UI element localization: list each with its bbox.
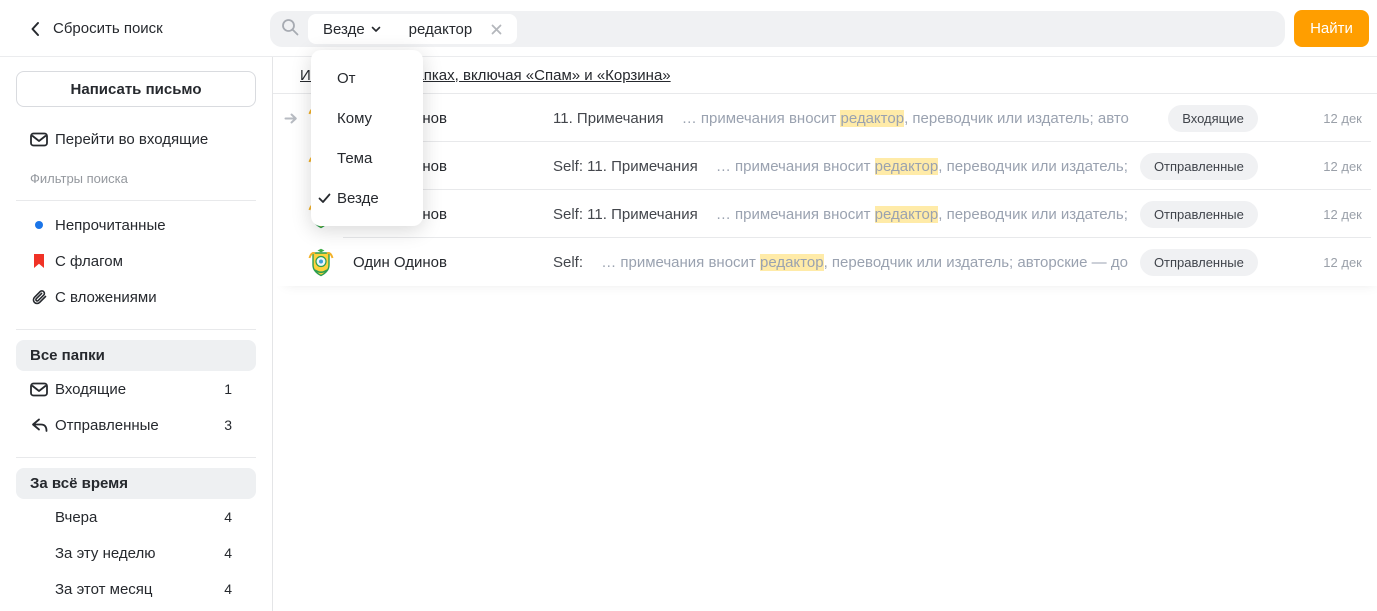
folder-badge: Отправленные [1140,249,1258,276]
filter-flagged[interactable]: С флагом [16,243,256,279]
mail-list: Один Одинов 11. Примечания … примечания … [273,93,1377,286]
mail-row[interactable]: Один Одинов Self: 11. Примечания … приме… [273,142,1377,190]
sidebar: Написать письмо Перейти во входящие Филь… [0,57,273,611]
scope-dropdown-item[interactable]: Тема [311,138,423,178]
filter-flagged-label: С флагом [55,253,123,270]
scope-dropdown-item[interactable]: От [311,58,423,98]
scope-label: Везде [323,21,365,38]
filter-attachments[interactable]: С вложениями [16,279,256,315]
mail-date: 12 дек [1258,255,1362,270]
scope-option-label: От [337,70,356,87]
scope-option-label: Везде [337,190,379,207]
filter-unread[interactable]: Непрочитанные [16,207,256,243]
mail-date: 12 дек [1258,207,1362,222]
compose-button[interactable]: Написать письмо [16,71,256,107]
mail-subject: Self: 11. Примечания [553,158,698,175]
time-filter-yesterday[interactable]: Вчера 4 [16,499,256,535]
mail-snippet: … примечания вносит редактор, переводчик… [716,206,1128,223]
mail-date: 12 дек [1258,111,1362,126]
time-filter-month[interactable]: За этот месяц 4 [16,571,256,607]
scope-option-label: Кому [337,110,372,127]
clear-query-icon[interactable] [491,24,502,35]
top-bar: Сбросить поиск Везде редактор Найти [0,0,1377,57]
subject-snippet: Self: 11. Примечания … примечания вносит… [553,206,1128,223]
mail-row[interactable]: Один Одинов Self: … примечания вносит ре… [273,238,1377,286]
paperclip-icon [30,289,48,306]
divider [16,329,256,330]
flag-icon [30,253,48,269]
goto-inbox-label: Перейти во входящие [55,131,208,148]
subject-snippet: Self: 11. Примечания … примечания вносит… [553,158,1128,175]
reply-arrow-icon [30,418,48,433]
folder-badge: Отправленные [1140,201,1258,228]
checkmark-icon [318,191,331,208]
avatar [308,248,334,277]
mail-row[interactable]: Один Одинов Self: 11. Примечания … приме… [273,190,1377,238]
reset-search-label: Сбросить поиск [53,20,163,37]
sidebar-item-sent[interactable]: Отправленные 3 [16,407,256,443]
scope-selector[interactable]: Везде [323,21,381,38]
scope-dropdown-menu: От Кому Тема Везде [311,50,423,226]
time-filter-week[interactable]: За эту неделю 4 [16,535,256,571]
search-filters-title: Фильтры поиска [16,171,256,186]
sidebar-item-inbox[interactable]: Входящие 1 [16,371,256,407]
folder-badge: Входящие [1168,105,1258,132]
mail-snippet: … примечания вносит редактор, переводчик… [601,254,1128,271]
folder-sent-count: 3 [224,417,244,433]
scope-dropdown-item[interactable]: Кому [311,98,423,138]
results-area: Искать во всех папках, включая «Спам» и … [273,57,1377,611]
time-range-header: За всё время [16,468,256,499]
replied-arrow-icon [273,112,310,125]
mail-snippet: … примечания вносит редактор, переводчик… [682,110,1129,127]
all-folders-header: Все папки [16,340,256,371]
mail-date: 12 дек [1258,159,1362,174]
time-yesterday-count: 4 [224,509,244,525]
folder-inbox-label: Входящие [55,381,126,398]
chevron-down-icon [371,26,381,33]
mail-subject: Self: [553,254,583,271]
envelope-icon [30,132,48,147]
search-query-text[interactable]: редактор [409,21,473,38]
mail-subject: Self: 11. Примечания [553,206,698,223]
scope-option-label: Тема [337,150,372,167]
time-week-label: За эту неделю [55,545,156,562]
divider [16,200,256,201]
folder-inbox-count: 1 [224,381,244,397]
subject-snippet: 11. Примечания … примечания вносит редак… [553,110,1156,127]
scope-dropdown-item[interactable]: Везде [311,178,423,218]
filter-unread-label: Непрочитанные [55,217,166,234]
find-button[interactable]: Найти [1294,10,1369,47]
back-chevron-icon [30,21,40,37]
time-month-count: 4 [224,581,244,597]
folder-badge: Отправленные [1140,153,1258,180]
subject-snippet: Self: … примечания вносит редактор, пере… [553,254,1128,271]
highlighted-term: редактор [840,110,904,127]
filter-attachments-label: С вложениями [55,289,157,306]
goto-inbox-link[interactable]: Перейти во входящие [16,121,256,157]
highlighted-term: редактор [760,254,824,271]
reset-search-button[interactable]: Сбросить поиск [30,0,163,57]
search-bar[interactable]: Везде редактор [270,11,1285,47]
search-icon [281,18,299,41]
mail-row[interactable]: Один Одинов 11. Примечания … примечания … [273,94,1377,142]
time-month-label: За этот месяц [55,581,153,598]
time-yesterday-label: Вчера [55,509,97,526]
time-week-count: 4 [224,545,244,561]
folder-sent-label: Отправленные [55,417,159,434]
unread-dot-icon [30,221,48,229]
highlighted-term: редактор [875,206,939,223]
mail-subject: 11. Примечания [553,110,664,127]
highlighted-term: редактор [875,158,939,175]
envelope-icon [30,382,48,397]
sender-name: Один Одинов [353,254,553,271]
divider [16,457,256,458]
search-query-pill: Везде редактор [308,14,517,44]
mail-snippet: … примечания вносит редактор, переводчик… [716,158,1128,175]
